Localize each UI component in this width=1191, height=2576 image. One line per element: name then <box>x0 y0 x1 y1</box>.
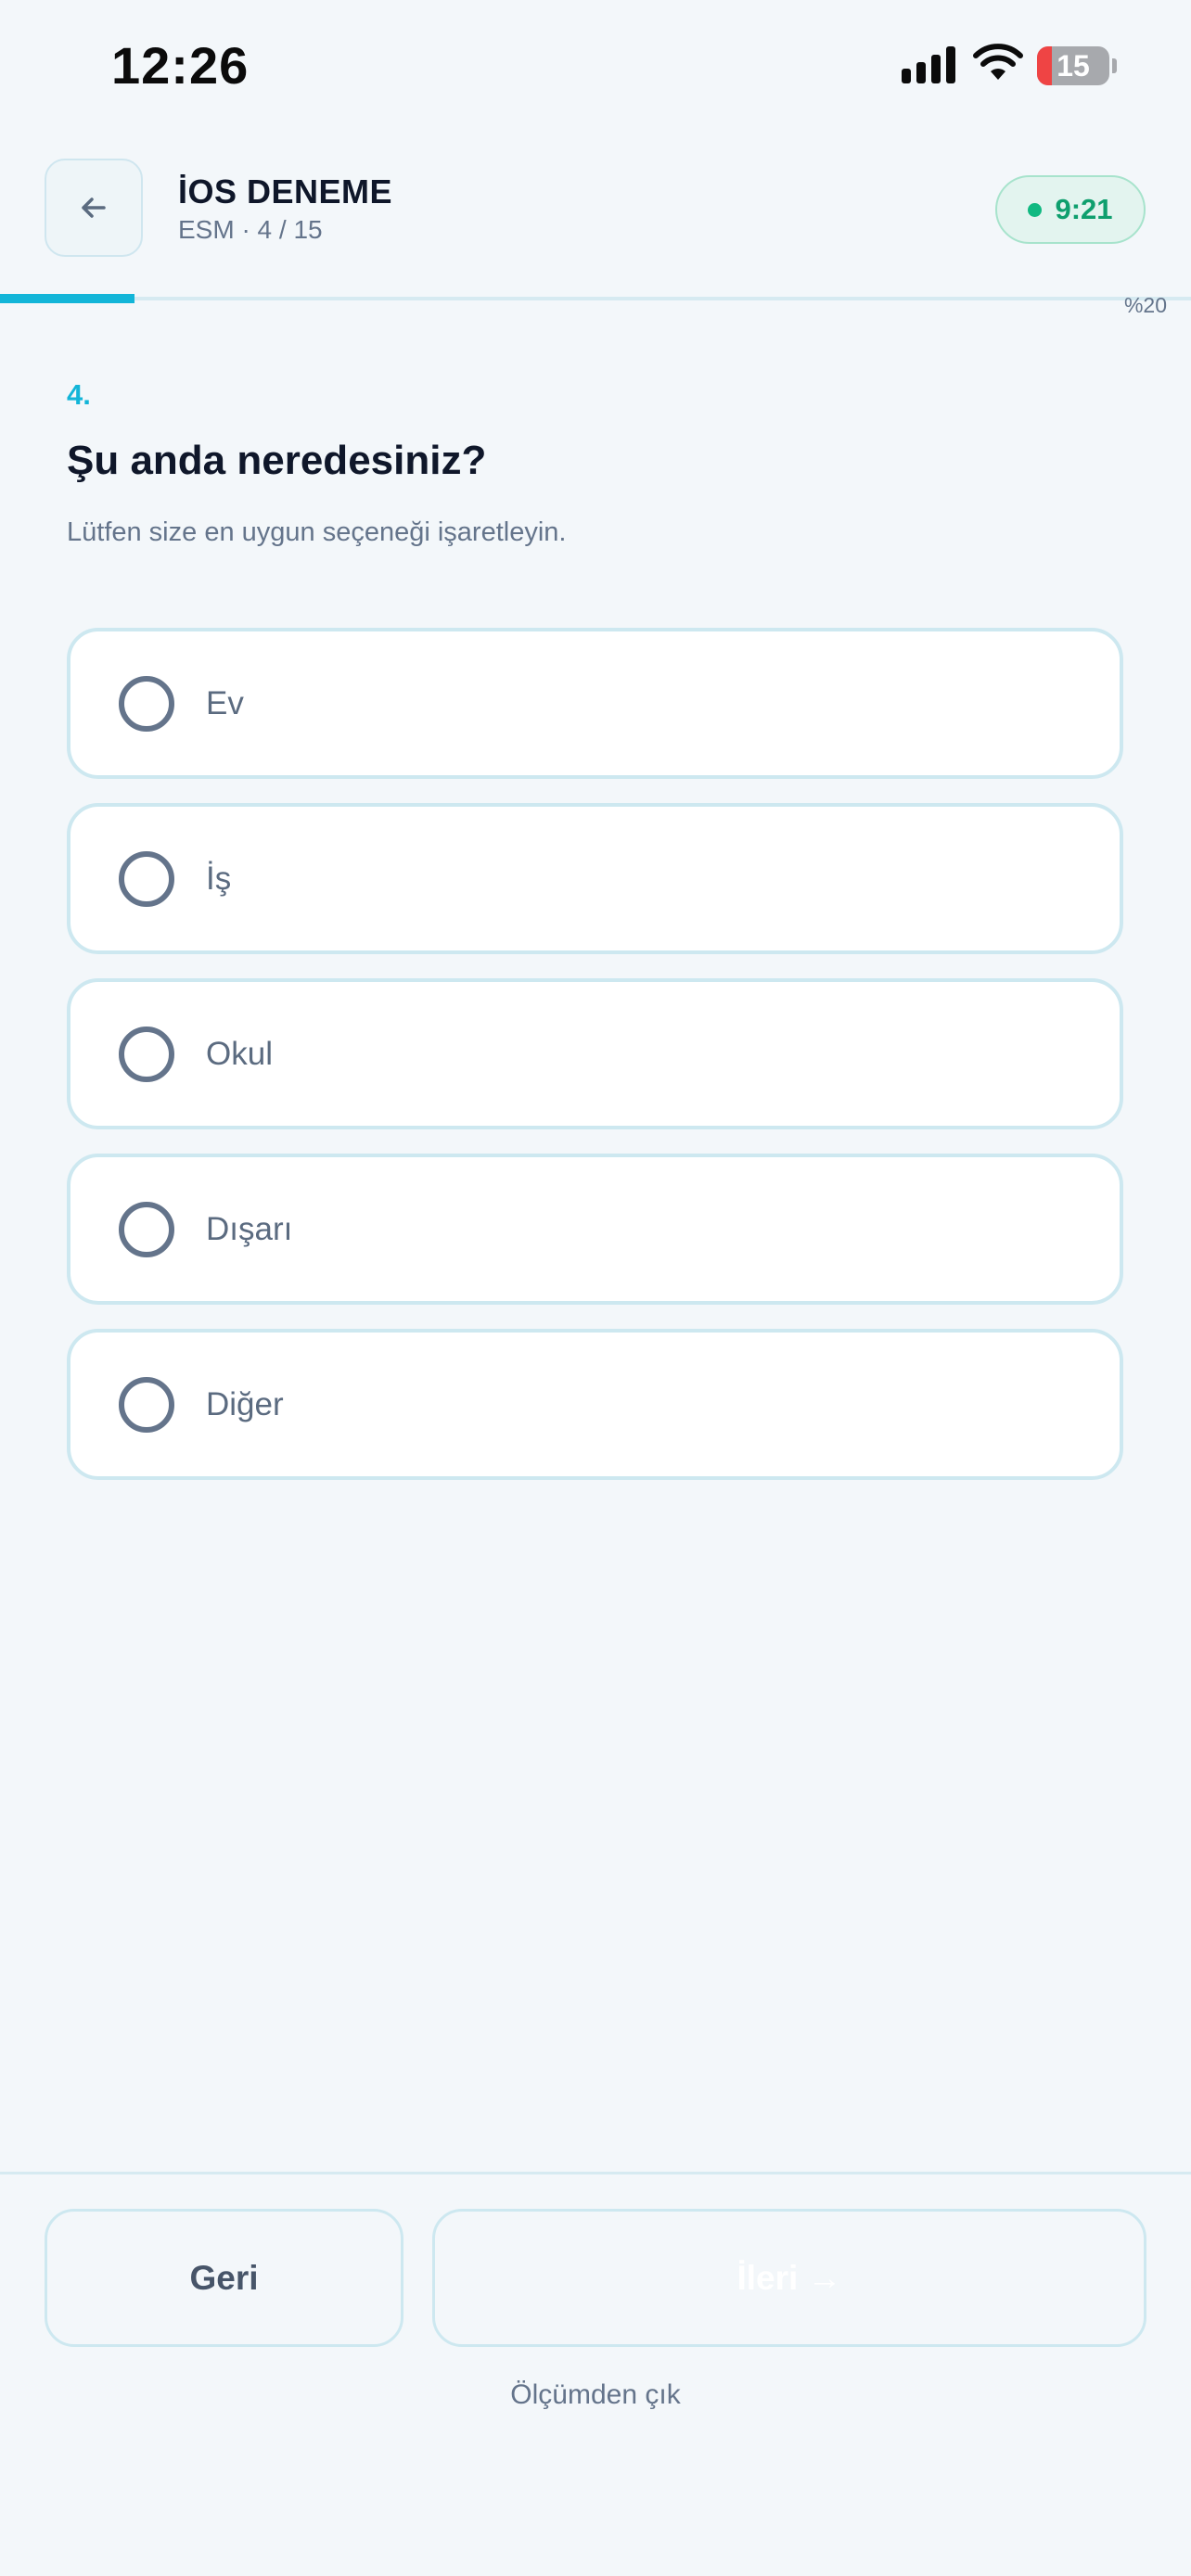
wifi-icon <box>973 44 1023 80</box>
radio-button[interactable] <box>119 1026 174 1082</box>
page-title: İOS DENEME <box>178 172 393 210</box>
status-bar: 12:26 15 <box>0 0 1191 134</box>
status-time: 12:26 <box>111 36 250 95</box>
option-disari[interactable]: Dışarı <box>67 1154 1123 1305</box>
option-is[interactable]: İş <box>67 803 1123 954</box>
option-diger[interactable]: Diğer <box>67 1329 1123 1480</box>
battery-level: 15 <box>1057 49 1090 83</box>
option-label: Dışarı <box>206 1210 293 1247</box>
radio-button[interactable] <box>119 1201 174 1257</box>
next-button[interactable]: İleri → <box>432 2209 1146 2347</box>
option-okul[interactable]: Okul <box>67 978 1123 1129</box>
option-ev[interactable]: Ev <box>67 628 1123 779</box>
battery-tip <box>1112 58 1117 73</box>
option-label: Ev <box>206 684 244 721</box>
question-hint: Lütfen size en uygun seçeneği işaretleyi… <box>67 517 567 547</box>
option-label: Diğer <box>206 1385 284 1422</box>
back-button[interactable] <box>45 159 143 257</box>
cellular-signal-icon <box>902 46 955 83</box>
exit-survey-link[interactable]: Ölçümden çık <box>0 2379 1191 2411</box>
progress-bar <box>0 294 1191 303</box>
timer-badge: 9:21 <box>995 175 1146 244</box>
question-text: Şu anda neredesiniz? <box>67 438 487 483</box>
battery-icon: 15 <box>1037 46 1109 85</box>
footer-divider <box>0 2172 1191 2174</box>
arrow-left-icon <box>82 198 106 218</box>
radio-button[interactable] <box>119 1376 174 1433</box>
answer-options: Ev İş Okul Dışarı Diğer <box>67 628 1123 1504</box>
option-label: İş <box>206 860 232 897</box>
progress-bar-fill <box>0 294 135 303</box>
question-number: 4. <box>67 378 91 411</box>
progress-label: %20 <box>1123 293 1167 317</box>
prev-button[interactable]: Geri <box>45 2209 403 2347</box>
radio-button[interactable] <box>119 675 174 732</box>
survey-screen: 12:26 15 İOS DENEME ESM · 4 / 15 9:21 %2… <box>0 0 1191 2576</box>
option-label: Okul <box>206 1035 273 1072</box>
page-subtitle: ESM · 4 / 15 <box>178 215 323 244</box>
timer-value: 9:21 <box>1055 193 1113 225</box>
timer-status-dot <box>1028 202 1043 217</box>
radio-button[interactable] <box>119 850 174 907</box>
